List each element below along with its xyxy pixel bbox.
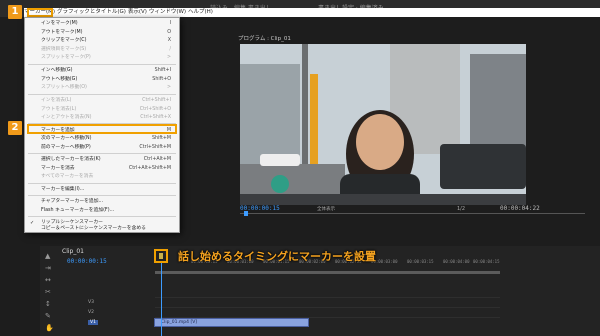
menu-item-add-chapter-marker[interactable]: チャプターマーカーを追加... [25, 198, 179, 207]
video-clip[interactable]: Clip_01.mp4 [V] [154, 318, 309, 327]
video-frame [240, 44, 526, 205]
menu-separator [28, 153, 176, 154]
menu-item-edit-marker[interactable]: マーカーを編集(I)... [25, 186, 179, 195]
menu-item-mark-clip[interactable]: クリップをマーク(C) X [25, 37, 179, 46]
program-monitor-title: プログラム : Clip_01 [238, 36, 291, 42]
menu-item-clear-in-out: インとアウトを消去(N) Ctrl+Shift+X [41, 115, 171, 120]
menu-item-clear-out: アウトを消去(L) Ctrl+Shift+O [41, 106, 171, 112]
ruler-label: 00:00:04:15 [473, 259, 500, 264]
menu-bar-strip: マーカー(M) グラフィックとタイトル(G) 表示(V) ウィンドウ(W) ヘル… [24, 8, 600, 17]
menu-item-previous-marker[interactable]: 前のマーカーへ移動(P) Ctrl+Shift+M [25, 144, 179, 153]
step-badge-2: 2 [8, 121, 22, 135]
marker-menu-highlight [27, 8, 53, 17]
ripple-edit-icon[interactable]: ↔ [45, 276, 51, 284]
ruler-label: 00:00:03:15 [407, 259, 434, 264]
step-badge-1: 1 [8, 5, 22, 19]
menu-item-mark-split: スプリットをマーク(P) > [41, 55, 171, 60]
program-duration: 00:00:04:22 [500, 205, 540, 212]
menu-help[interactable]: ヘルプ(H) [188, 9, 213, 15]
track-label-v2[interactable]: V2 [88, 310, 94, 315]
menu-separator [28, 195, 176, 196]
timeline-tab[interactable]: Clip_01 [62, 248, 84, 255]
hand-tool-icon[interactable]: ✋ [45, 324, 54, 332]
select-tool-icon[interactable]: ▲ [45, 252, 50, 260]
track-label-v1[interactable]: V1 [88, 320, 98, 325]
menu-item-add-flash-cue[interactable]: Flash キューマーカーを追加(F)... [25, 207, 179, 216]
menu-item-mark-selection: 選択項目をマーク(S) / [41, 46, 171, 52]
resolution-select[interactable]: 1/2 [457, 206, 465, 212]
tutorial-caption: 話し始めるタイミングにマーカーを設置 [178, 250, 376, 263]
tool-strip: ▲ ⇥ ↔ ✂ ↕ ✎ ✋ [42, 252, 56, 336]
menu-item-clear-selected-marker[interactable]: 選択したマーカーを消去(K) Ctrl+Alt+M [25, 156, 179, 165]
track-label-v3[interactable]: V3 [88, 300, 94, 305]
menu-item-clear-in: インを消去(L) Ctrl+Shift+I [41, 98, 171, 103]
menu-item-mark-out[interactable]: アウトをマーク(M) O [25, 29, 179, 38]
app-window: 読込み 編集 書き出し 書き出し設定 · 編集済み マーカー(M) グラフィック… [0, 0, 600, 336]
menu-item-mark-in[interactable]: インをマーク(M) I [25, 20, 179, 29]
pen-tool-icon[interactable]: ✎ [45, 312, 51, 320]
zoom-fit-select[interactable]: 全体表示 [317, 206, 335, 212]
work-area-bar[interactable] [155, 271, 500, 274]
razor-tool-icon[interactable]: ✂ [45, 288, 51, 296]
program-scrub-bar[interactable] [240, 213, 585, 214]
menu-separator [28, 94, 176, 95]
menu-item-go-to-split: スプリットへ移動(O) > [41, 85, 171, 90]
menu-item-next-marker[interactable]: 次のマーカーへ移動(N) Shift+M [25, 135, 179, 144]
menu-item-copy-paste-markers[interactable]: コピー＆ペーストにシーケンスマーカーを含める [25, 225, 179, 234]
timeline-playhead[interactable] [161, 258, 162, 336]
menu-item-go-to-in[interactable]: インへ移動(G) Shift+I [25, 67, 179, 76]
marker-icon[interactable] [159, 253, 163, 259]
menu-view[interactable]: 表示(V) [128, 9, 147, 15]
menu-window[interactable]: ウィンドウ(W) [149, 9, 186, 15]
slip-tool-icon[interactable]: ↕ [45, 300, 51, 308]
menu-item-go-to-out[interactable]: アウトへ移動(G) Shift+O [25, 76, 179, 85]
menu-item-clear-all-markers: すべてのマーカーを消去 [41, 174, 94, 179]
menu-separator [28, 64, 176, 65]
menu-separator [28, 216, 176, 217]
track-v2[interactable] [155, 307, 500, 317]
ruler-label: 00:00:04:00 [443, 259, 470, 264]
track-select-icon[interactable]: ⇥ [45, 264, 51, 272]
menu-item-clear-marker[interactable]: マーカーを消去 Ctrl+Alt+Shift+M [25, 165, 179, 174]
menu-graphics[interactable]: グラフィックとタイトル(G) [57, 9, 126, 15]
menu-separator [28, 182, 176, 184]
timeline-timecode[interactable]: 00:00:00:15 [67, 258, 107, 265]
program-playhead[interactable] [244, 211, 248, 216]
add-marker-highlight [27, 124, 177, 134]
program-controls: 00:00:00:15 全体表示 1/2 00:00:04:22 [225, 205, 600, 245]
video-scene [240, 44, 526, 205]
track-v3[interactable] [155, 297, 500, 307]
